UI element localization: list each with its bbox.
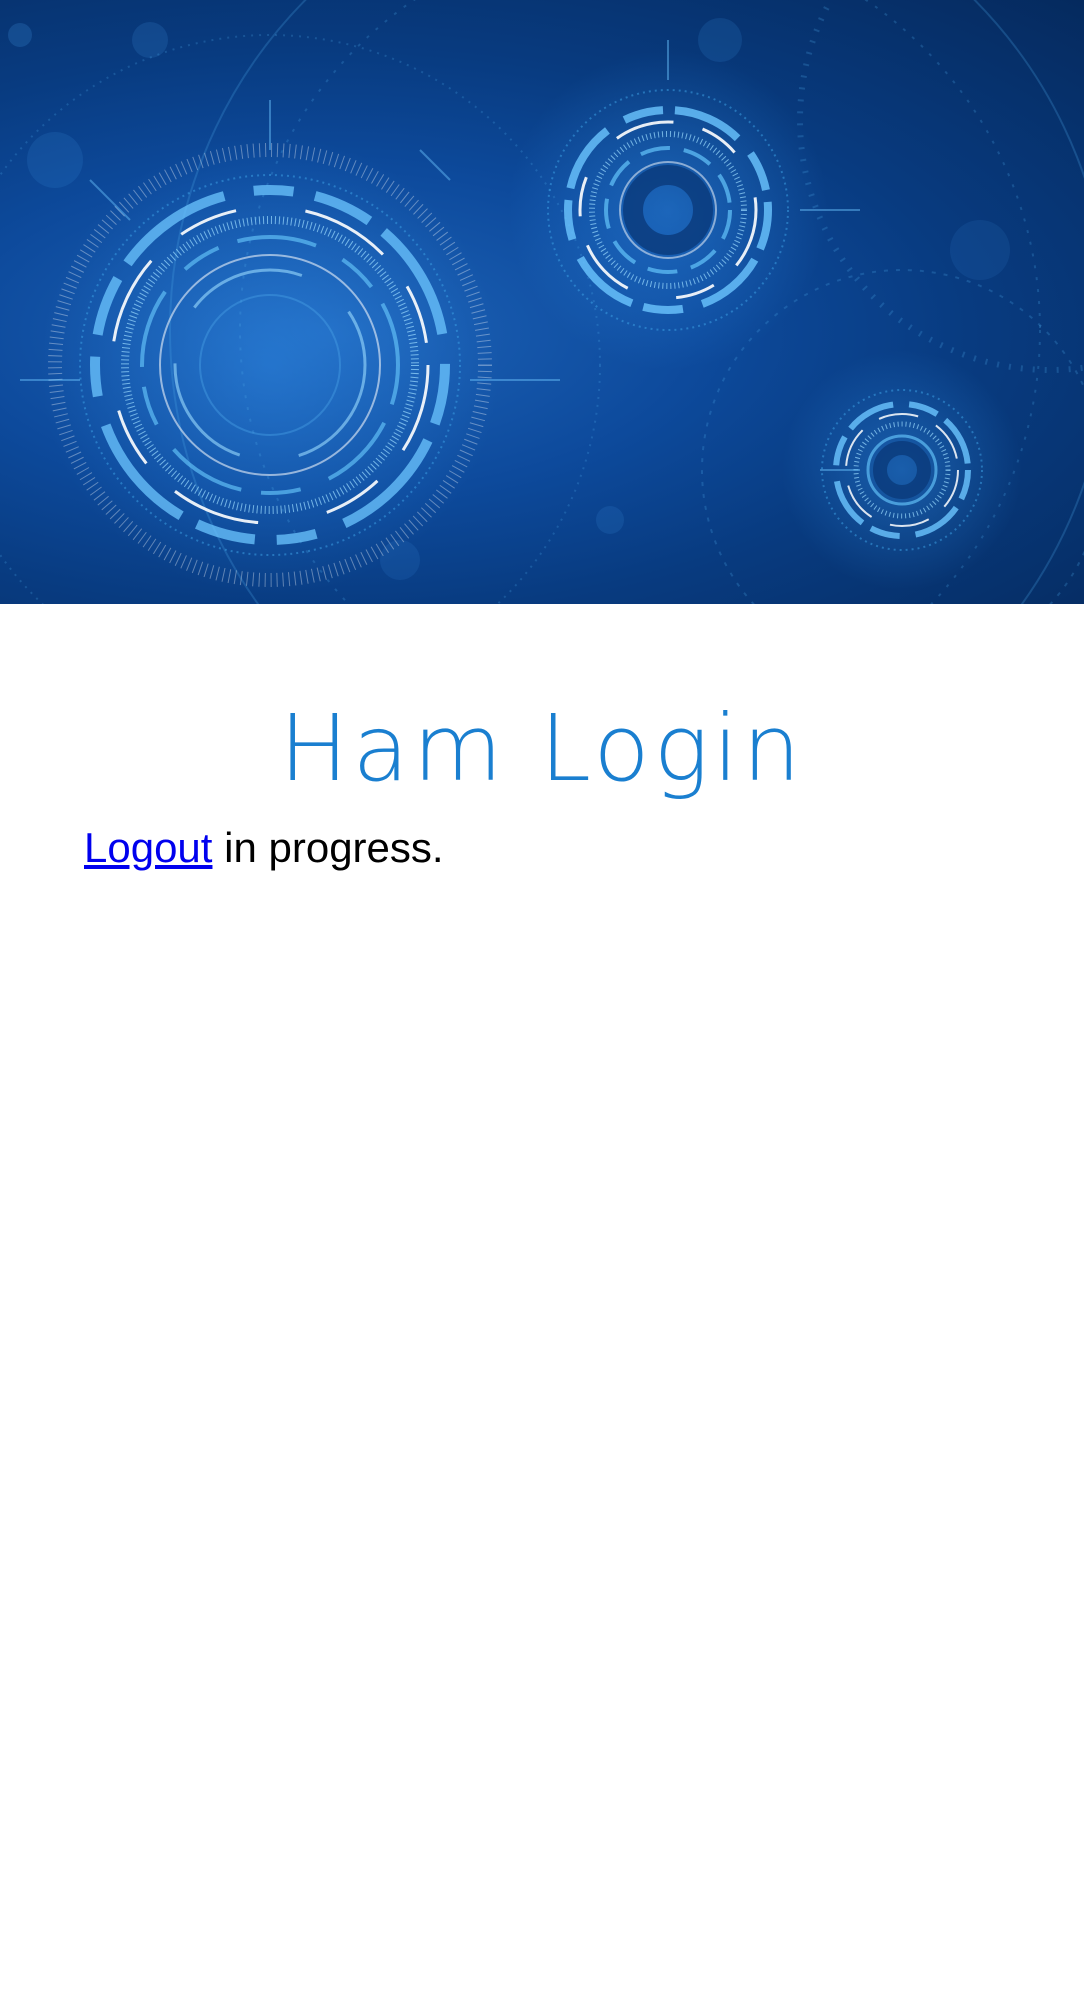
logout-status-message: Logout in progress. bbox=[84, 822, 444, 874]
status-text: in progress. bbox=[212, 824, 444, 871]
page-title: Ham Login bbox=[279, 694, 805, 802]
logout-link[interactable]: Logout bbox=[84, 824, 212, 871]
hero-banner-image bbox=[0, 0, 1084, 604]
tech-circles-icon bbox=[0, 0, 1084, 604]
